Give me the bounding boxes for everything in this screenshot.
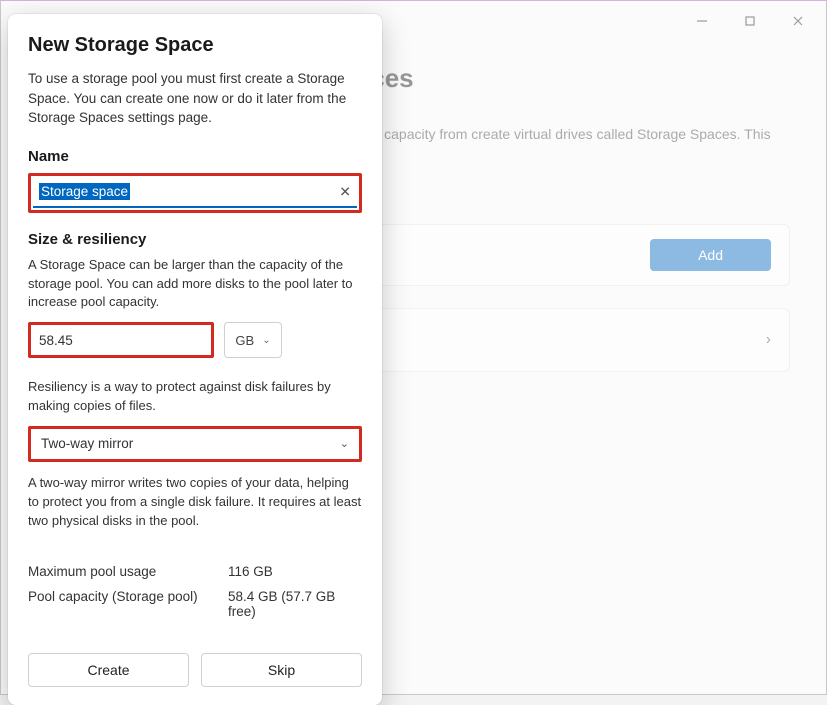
- name-input-value: Storage space: [39, 183, 130, 200]
- minimize-button[interactable]: [680, 6, 724, 36]
- chevron-right-icon: ›: [766, 331, 771, 349]
- resiliency-description: Resiliency is a way to protect against d…: [28, 378, 362, 416]
- resiliency-select[interactable]: Two-way mirror ⌄: [31, 429, 359, 459]
- resiliency-field-highlight: Two-way mirror ⌄: [28, 426, 362, 462]
- unit-select[interactable]: GB ⌄: [224, 322, 282, 358]
- size-resiliency-heading: Size & resiliency: [28, 231, 362, 248]
- chevron-down-icon: ⌄: [340, 437, 349, 450]
- add-button[interactable]: Add: [650, 239, 771, 271]
- maximize-icon: [744, 15, 756, 27]
- pool-capacity-label: Pool capacity (Storage pool): [28, 589, 228, 619]
- close-icon: [792, 15, 804, 27]
- minimize-icon: [696, 15, 708, 27]
- pool-capacity-value: 58.4 GB (57.7 GB free): [228, 589, 362, 619]
- name-input[interactable]: Storage space ✕: [33, 178, 357, 208]
- resiliency-select-value: Two-way mirror: [41, 436, 133, 451]
- dialog-description: To use a storage pool you must first cre…: [28, 69, 362, 128]
- close-button[interactable]: [776, 6, 820, 36]
- pool-stats: Maximum pool usage 116 GB Pool capacity …: [28, 564, 362, 619]
- name-field-highlight: Storage space ✕: [28, 173, 362, 213]
- maximize-button[interactable]: [728, 6, 772, 36]
- unit-select-value: GB: [235, 333, 254, 348]
- resiliency-explain: A two-way mirror writes two copies of yo…: [28, 474, 362, 531]
- create-button[interactable]: Create: [28, 653, 189, 687]
- max-usage-value: 116 GB: [228, 564, 362, 579]
- chevron-down-icon: ⌄: [262, 335, 270, 346]
- clear-input-button[interactable]: ✕: [339, 183, 351, 200]
- new-storage-space-dialog: New Storage Space To use a storage pool …: [8, 14, 382, 705]
- name-label: Name: [28, 148, 362, 165]
- dialog-title: New Storage Space: [28, 34, 362, 57]
- size-description: A Storage Space can be larger than the c…: [28, 256, 362, 313]
- size-input[interactable]: [31, 325, 211, 355]
- size-field-highlight: [28, 322, 214, 358]
- skip-button[interactable]: Skip: [201, 653, 362, 687]
- max-usage-label: Maximum pool usage: [28, 564, 228, 579]
